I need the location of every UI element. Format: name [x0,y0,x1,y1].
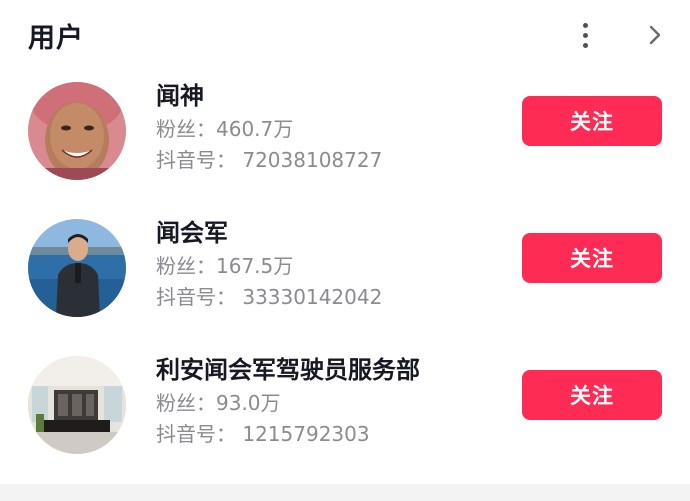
user-info: 闻会军 粉丝：167.5万 抖音号： 33330142042 [156,215,496,313]
fans-count: 粉丝：460.7万 [156,117,294,141]
user-list: 闻神 粉丝：460.7万 抖音号： 72038108727 关注 闻会军 粉丝：… [0,70,690,481]
user-info: 闻神 粉丝：460.7万 抖音号： 72038108727 [156,78,496,176]
section-divider [0,484,690,501]
avatar[interactable] [28,82,126,180]
user-row[interactable]: 利安闻会军驾驶员服务部 粉丝：93.0万 抖音号： 1215792303 关注 [0,344,690,481]
search-results-page: 用户 闻神 粉丝：460.7万 抖音号： 72038108727 关注 闻会军 … [0,0,690,501]
section-header: 用户 [0,0,690,70]
user-row[interactable]: 闻会军 粉丝：167.5万 抖音号： 33330142042 关注 [0,207,690,344]
chevron-right-icon[interactable] [640,20,670,50]
follow-button[interactable]: 关注 [522,96,662,146]
douyin-id: 抖音号： 1215792303 [156,422,370,446]
user-row[interactable]: 闻神 粉丝：460.7万 抖音号： 72038108727 关注 [0,70,690,207]
section-title: 用户 [28,23,84,54]
fans-count: 粉丝：167.5万 [156,254,294,278]
avatar[interactable] [28,356,126,454]
avatar[interactable] [28,219,126,317]
douyin-id: 抖音号： 33330142042 [156,285,383,309]
user-name[interactable]: 利安闻会军驾驶员服务部 [156,352,496,388]
user-info: 利安闻会军驾驶员服务部 粉丝：93.0万 抖音号： 1215792303 [156,352,496,450]
more-options-icon[interactable] [570,18,600,52]
follow-button[interactable]: 关注 [522,370,662,420]
follow-button[interactable]: 关注 [522,233,662,283]
user-name[interactable]: 闻会军 [156,215,496,251]
fans-count: 粉丝：93.0万 [156,391,281,415]
user-name[interactable]: 闻神 [156,78,496,114]
douyin-id: 抖音号： 72038108727 [156,148,383,172]
